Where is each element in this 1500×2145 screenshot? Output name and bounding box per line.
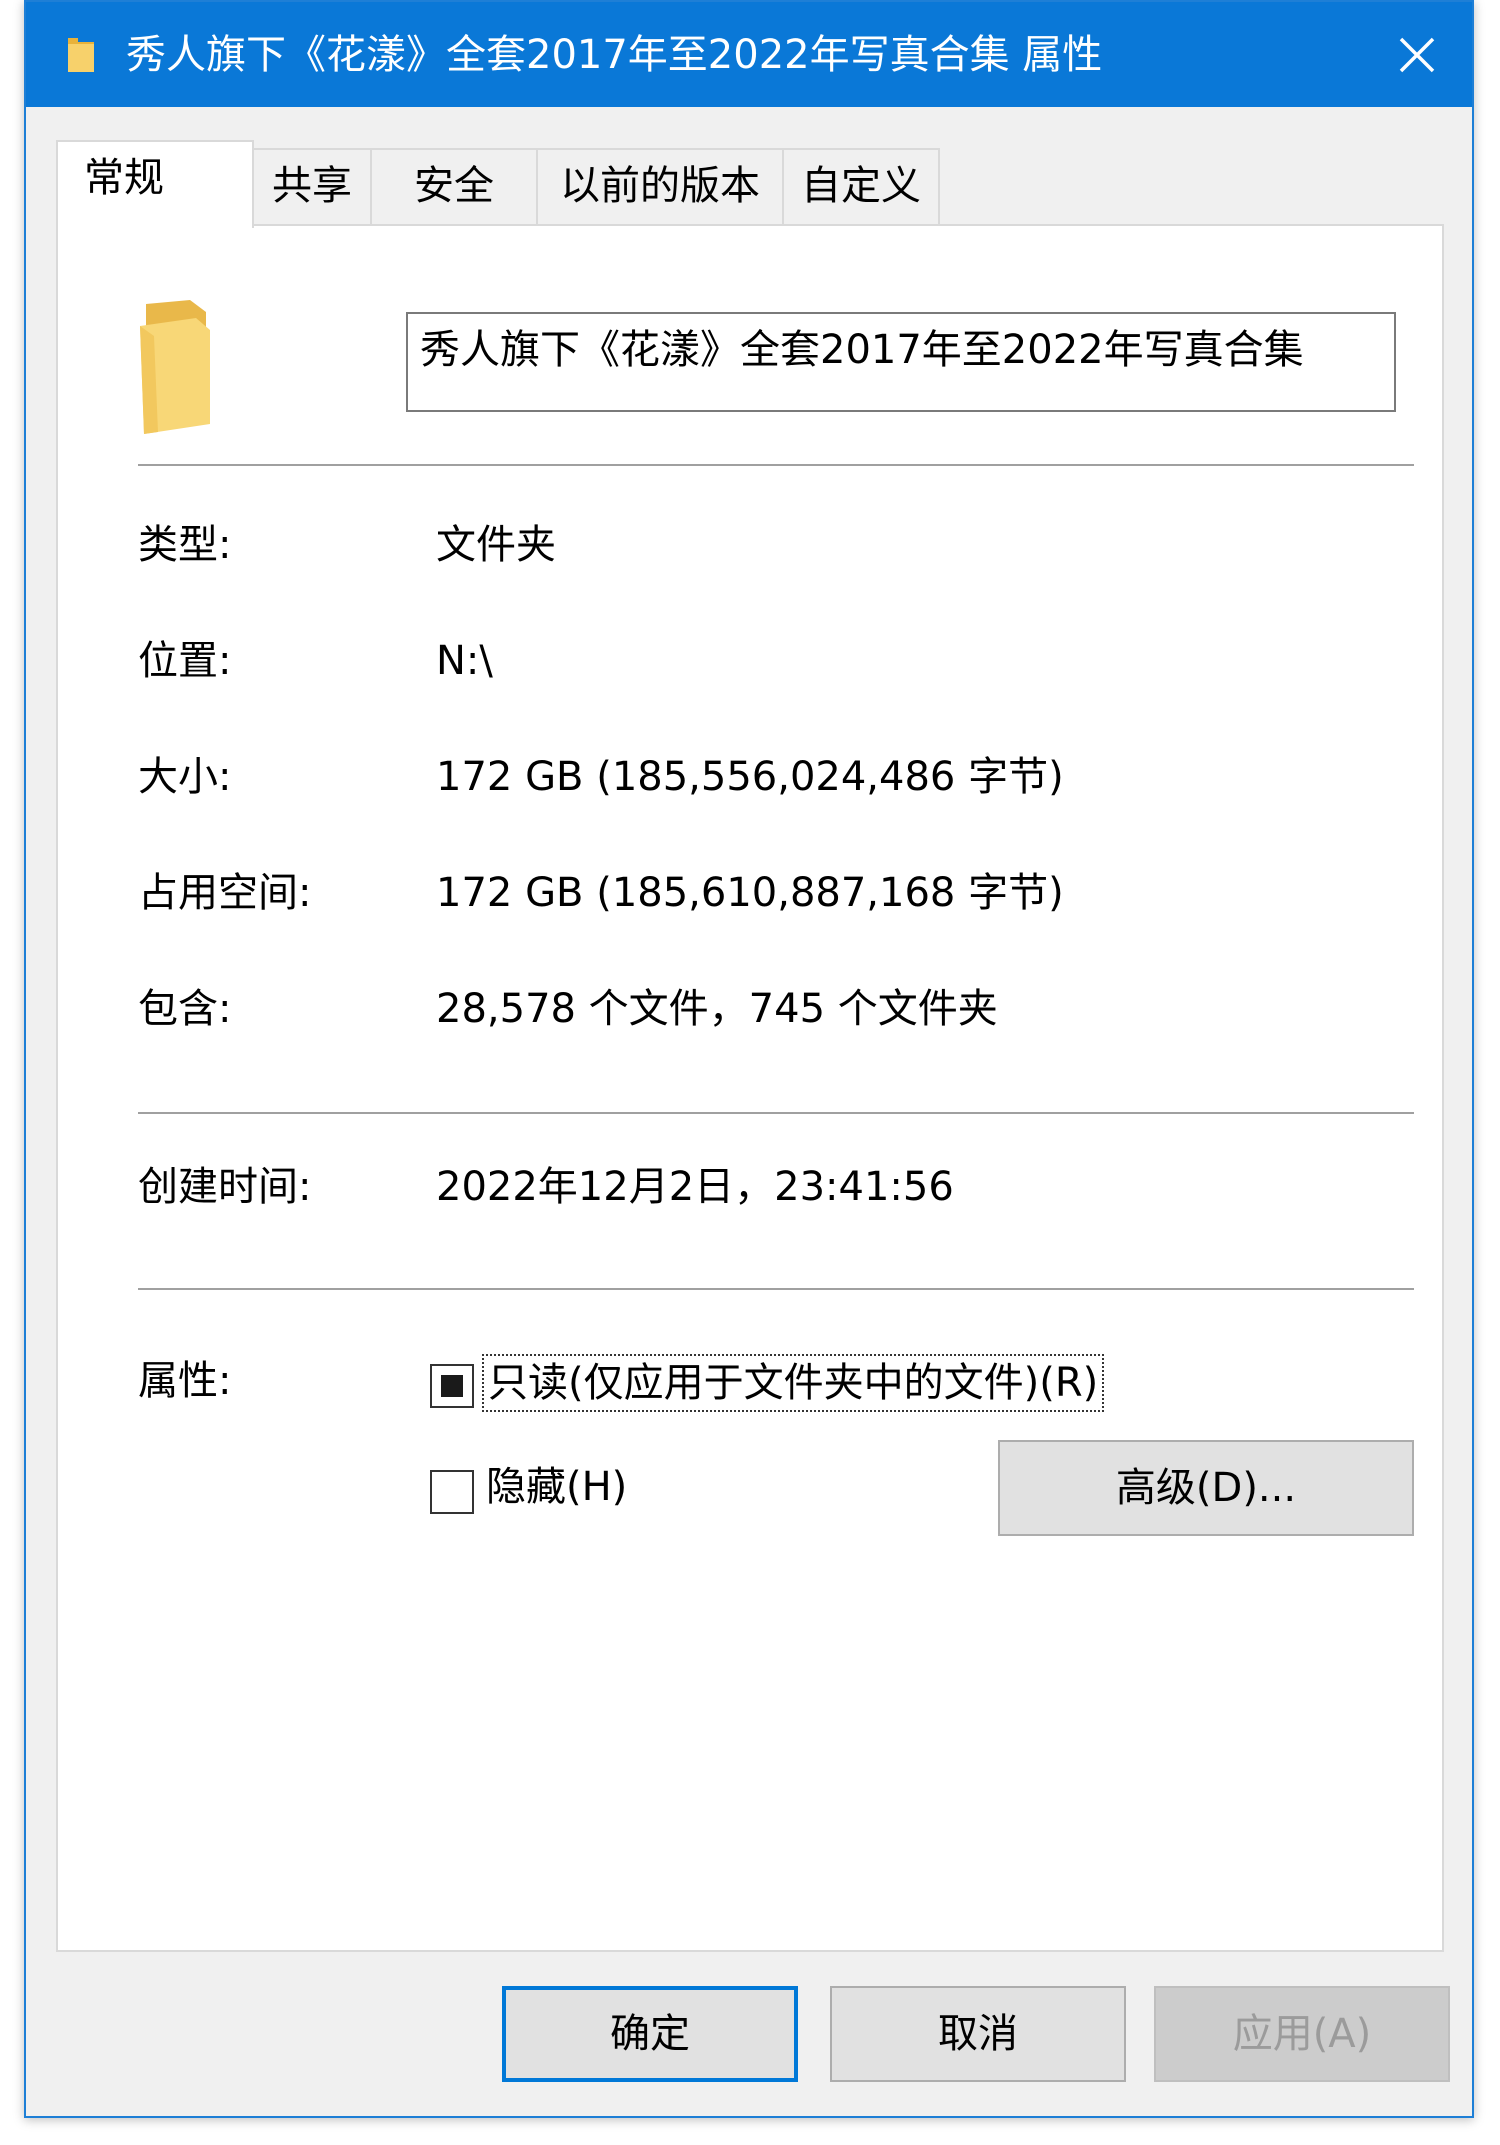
contains-label: 包含: [138,986,232,1032]
window-title: 秀人旗下《花漾》全套2017年至2022年写真合集 属性 [126,32,1103,78]
separator [138,1112,1414,1114]
title-bar[interactable]: 秀人旗下《花漾》全套2017年至2022年写真合集 属性 [26,2,1472,107]
tab-security[interactable]: 安全 [370,148,538,226]
properties-dialog: 秀人旗下《花漾》全套2017年至2022年写真合集 属性 常规 共享 安全 以前… [24,0,1474,2118]
hidden-label[interactable]: 隐藏(H) [486,1460,627,1514]
tab-customize[interactable]: 自定义 [782,148,940,226]
created-label: 创建时间: [138,1164,312,1210]
readonly-checkbox[interactable] [430,1364,474,1408]
general-panel: 类型: 文件夹 位置: N:\ 大小: 172 GB (185,556,024,… [56,224,1444,1952]
tab-general[interactable]: 常规 [56,140,254,228]
location-label: 位置: [138,638,232,684]
size-on-disk-label: 占用空间: [138,870,312,916]
contains-value: 28,578 个文件，745 个文件夹 [436,986,998,1032]
folder-name-input[interactable] [406,312,1396,412]
close-icon [1399,37,1435,72]
size-on-disk-value: 172 GB (185,610,887,168 字节) [436,870,1064,916]
attributes-label: 属性: [138,1358,232,1404]
indeterminate-mark [441,1375,463,1397]
ok-button[interactable]: 确定 [502,1986,798,2082]
advanced-button[interactable]: 高级(D)... [998,1440,1414,1536]
type-value: 文件夹 [436,522,556,568]
size-label: 大小: [138,754,232,800]
hidden-checkbox[interactable] [430,1470,474,1514]
tab-previous-versions[interactable]: 以前的版本 [536,148,784,226]
type-label: 类型: [138,522,232,568]
tab-sharing[interactable]: 共享 [252,148,372,226]
separator [138,1288,1414,1290]
folder-icon [68,38,94,72]
readonly-label[interactable]: 只读(仅应用于文件夹中的文件)(R) [482,1354,1105,1412]
folder-icon [140,300,210,434]
location-value: N:\ [436,638,493,684]
cancel-button[interactable]: 取消 [830,1986,1126,2082]
separator [138,464,1414,466]
created-value: 2022年12月2日，23:41:56 [436,1164,954,1210]
apply-button[interactable]: 应用(A) [1154,1986,1450,2082]
close-button[interactable] [1362,2,1472,107]
size-value: 172 GB (185,556,024,486 字节) [436,754,1064,800]
